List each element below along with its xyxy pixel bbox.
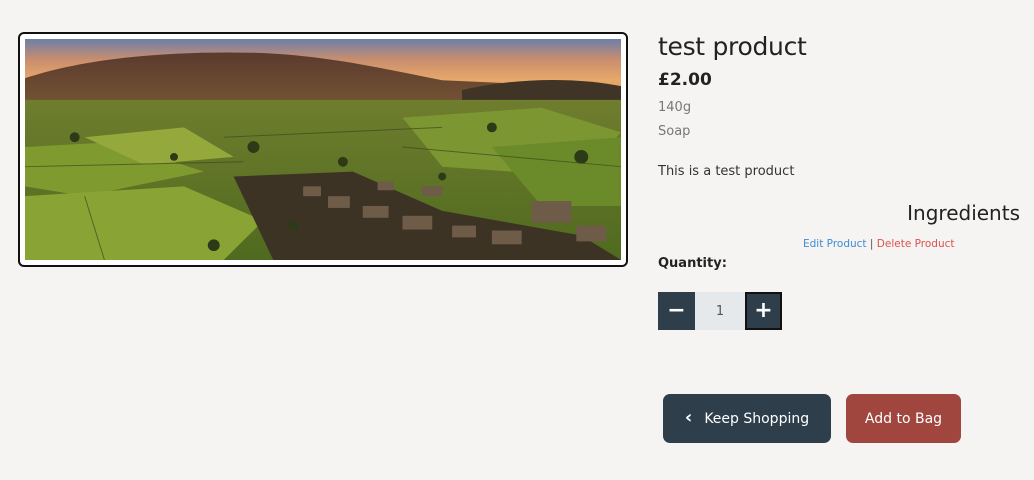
product-size: 140g (658, 100, 692, 115)
add-to-bag-button[interactable]: Add to Bag (846, 394, 961, 443)
decrement-button[interactable]: − (658, 292, 695, 330)
admin-links: Edit Product | Delete Product (803, 238, 955, 250)
product-category: Soap (658, 124, 691, 139)
minus-icon: − (667, 298, 686, 323)
edit-product-link[interactable]: Edit Product (803, 238, 867, 250)
add-to-bag-label: Add to Bag (864, 410, 943, 427)
keep-shopping-button[interactable]: ‹ Keep Shopping (663, 394, 831, 443)
increment-button[interactable]: + (745, 292, 782, 330)
plus-icon: + (754, 298, 773, 323)
quantity-label: Quantity: (658, 256, 727, 271)
keep-shopping-label: Keep Shopping (704, 410, 810, 427)
quantity-stepper: − + (658, 292, 782, 330)
product-image (18, 32, 628, 267)
product-title: test product (658, 32, 807, 61)
product-price: £2.00 (658, 70, 712, 90)
ingredients-heading[interactable]: Ingredients (907, 201, 1020, 225)
landscape-image (25, 39, 621, 260)
chevron-left-icon: ‹ (684, 407, 693, 428)
admin-separator: | (869, 238, 874, 250)
quantity-input[interactable] (695, 292, 745, 330)
product-description: This is a test product (658, 164, 795, 179)
delete-product-link[interactable]: Delete Product (877, 238, 955, 250)
